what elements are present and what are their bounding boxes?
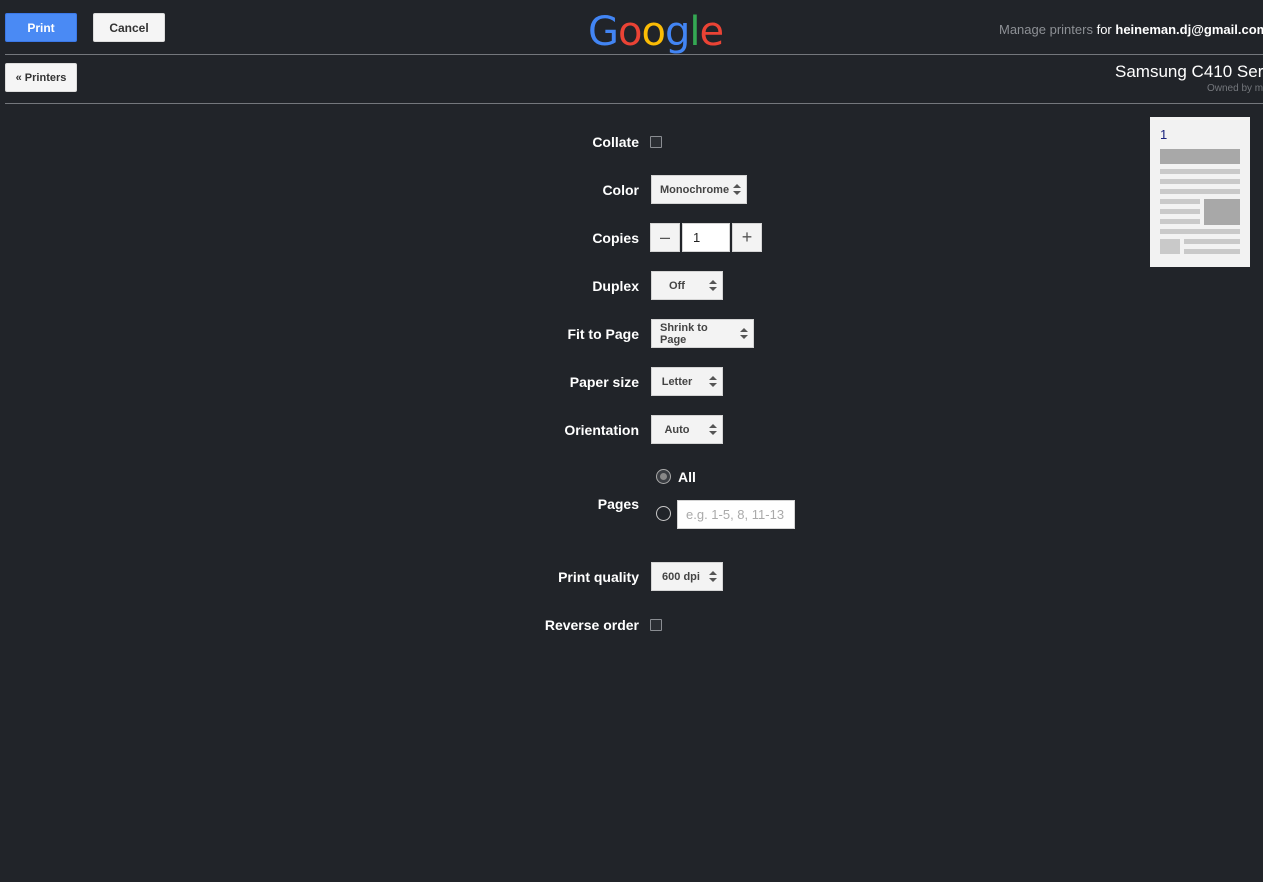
logo-letter: g bbox=[664, 9, 690, 55]
preview-heading-block bbox=[1160, 149, 1240, 164]
logo-letter: e bbox=[699, 9, 724, 55]
pages-range-radio[interactable] bbox=[656, 506, 671, 521]
collate-checkbox[interactable] bbox=[650, 136, 662, 148]
print-button[interactable]: Print bbox=[5, 13, 77, 42]
orientation-select-value: Auto bbox=[664, 423, 690, 436]
account-info: Manage printers for heineman.dj@gmail.co… bbox=[999, 22, 1263, 37]
header-divider bbox=[5, 54, 1263, 55]
print-quality-select[interactable]: 600 dpi bbox=[651, 562, 723, 591]
copies-input[interactable]: 1 bbox=[682, 223, 730, 252]
duplex-select[interactable]: Off bbox=[651, 271, 723, 300]
color-select-value: Monochrome bbox=[660, 183, 730, 196]
duplex-label: Duplex bbox=[592, 278, 639, 294]
fit-to-page-select-value: Shrink to Page bbox=[660, 321, 708, 346]
logo-letter: G bbox=[588, 9, 619, 55]
select-arrows-icon bbox=[709, 571, 717, 582]
preview-image-block bbox=[1160, 239, 1180, 254]
account-for-text: for bbox=[1096, 22, 1112, 37]
cancel-button[interactable]: Cancel bbox=[93, 13, 165, 42]
pages-label: Pages bbox=[597, 496, 639, 512]
subheader-divider bbox=[5, 103, 1263, 104]
preview-text-line bbox=[1160, 189, 1240, 194]
fit-to-page-label: Fit to Page bbox=[567, 326, 639, 342]
copies-decrement-button[interactable]: – bbox=[650, 223, 680, 252]
orientation-label: Orientation bbox=[564, 422, 639, 438]
preview-text-line bbox=[1160, 169, 1240, 174]
color-select[interactable]: Monochrome bbox=[651, 175, 747, 204]
paper-size-select-value: Letter bbox=[661, 375, 693, 388]
orientation-select[interactable]: Auto bbox=[651, 415, 723, 444]
paper-size-label: Paper size bbox=[569, 374, 639, 390]
back-to-printers-button[interactable]: « Printers bbox=[5, 63, 77, 92]
color-label: Color bbox=[602, 182, 639, 198]
logo-letter: o bbox=[618, 9, 643, 55]
reverse-order-label: Reverse order bbox=[544, 617, 639, 633]
collate-label: Collate bbox=[592, 134, 639, 150]
copies-increment-button[interactable]: + bbox=[732, 223, 762, 252]
manage-printers-link[interactable]: Manage printers bbox=[999, 22, 1093, 37]
select-arrows-icon bbox=[709, 376, 717, 387]
select-arrows-icon bbox=[709, 280, 717, 291]
paper-size-select[interactable]: Letter bbox=[651, 367, 723, 396]
preview-text-line bbox=[1160, 229, 1240, 234]
preview-text-line bbox=[1160, 199, 1200, 204]
pages-all-label: All bbox=[678, 469, 696, 485]
printer-owner: Owned by me bbox=[1207, 83, 1263, 94]
pages-range-input[interactable] bbox=[677, 500, 795, 529]
preview-text-line bbox=[1160, 179, 1240, 184]
page-preview-thumbnail[interactable]: 1 bbox=[1150, 117, 1250, 267]
print-quality-select-value: 600 dpi bbox=[662, 570, 700, 583]
preview-page-number: 1 bbox=[1160, 127, 1168, 142]
preview-text-line bbox=[1160, 209, 1200, 214]
printer-name: Samsung C410 Series bbox=[1115, 62, 1263, 81]
fit-to-page-select[interactable]: Shrink to Page bbox=[651, 319, 754, 348]
account-email: heineman.dj@gmail.com bbox=[1115, 22, 1263, 37]
select-arrows-icon bbox=[733, 184, 741, 195]
print-quality-label: Print quality bbox=[558, 569, 639, 585]
copies-label: Copies bbox=[592, 230, 639, 246]
select-arrows-icon bbox=[709, 424, 717, 435]
duplex-select-value: Off bbox=[669, 279, 685, 292]
preview-text-line bbox=[1184, 239, 1240, 244]
pages-all-radio[interactable] bbox=[656, 469, 671, 484]
select-arrows-icon bbox=[740, 328, 748, 339]
preview-text-line bbox=[1160, 219, 1200, 224]
reverse-order-checkbox[interactable] bbox=[650, 619, 662, 631]
google-logo: Google bbox=[588, 9, 724, 55]
logo-letter: l bbox=[689, 9, 700, 55]
logo-letter: o bbox=[641, 9, 666, 55]
preview-image-block bbox=[1204, 199, 1240, 225]
preview-text-line bbox=[1184, 249, 1240, 254]
